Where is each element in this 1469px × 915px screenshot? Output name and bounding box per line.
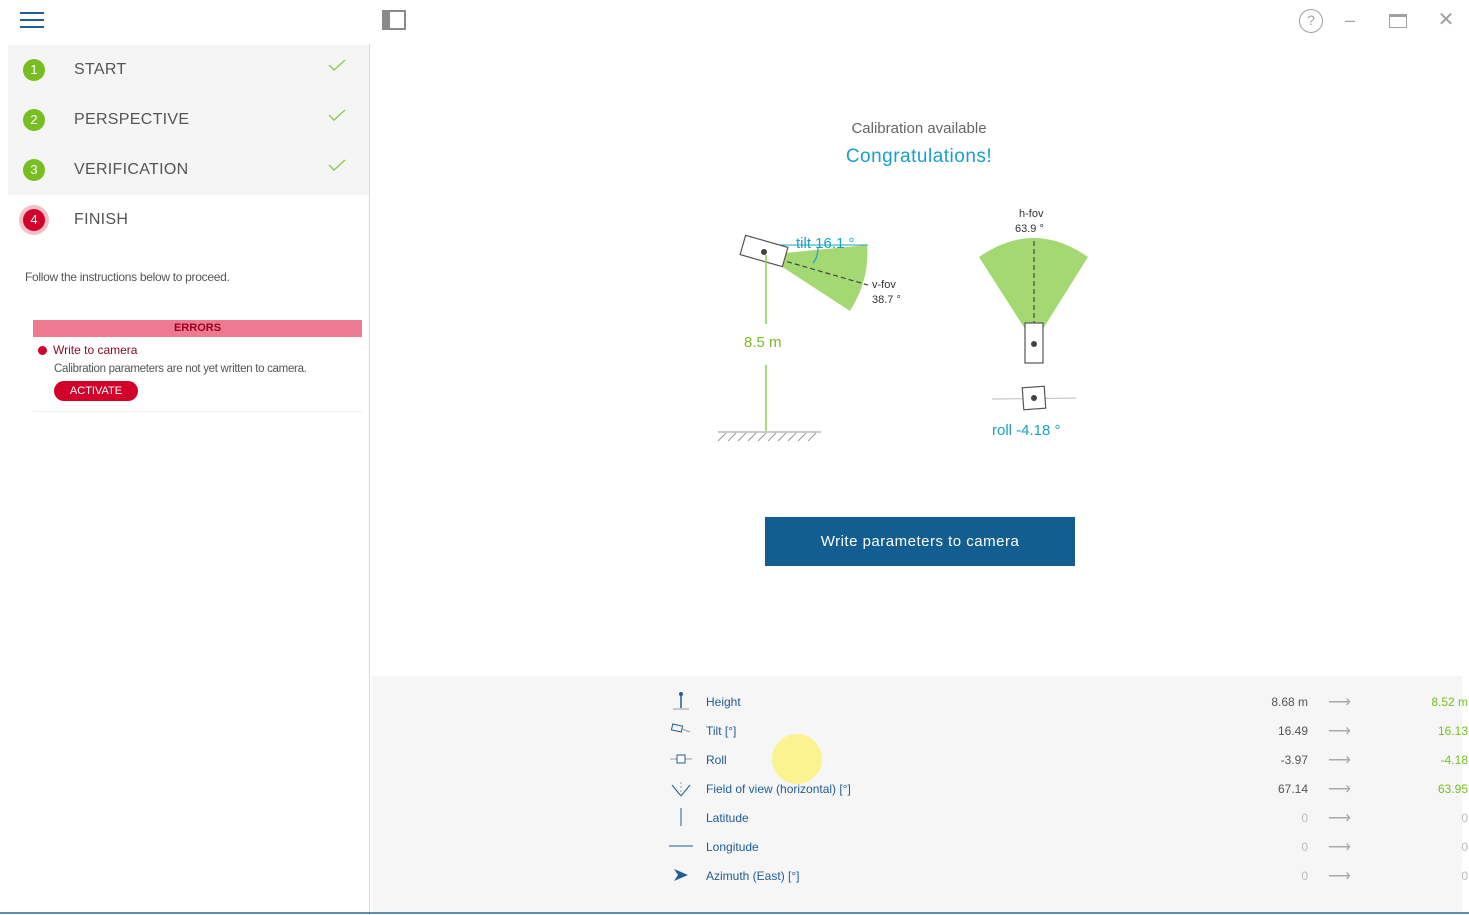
arrow-right-icon: ⟶ xyxy=(1328,694,1351,711)
param-row-longitude: Longitude 0 ⟶ 0 xyxy=(668,833,1468,862)
param-row-latitude: Latitude 0 ⟶ 0 xyxy=(668,804,1468,833)
step-finish[interactable]: 4 FINISH xyxy=(8,195,369,245)
step-start[interactable]: 1 START xyxy=(8,45,369,95)
title-bar: ? – ✕ xyxy=(0,0,1469,44)
param-name: Azimuth (East) [°] xyxy=(706,869,800,883)
hfov-value: 63.9 ° xyxy=(1015,223,1044,235)
tilt-label: tilt 16.1 ° xyxy=(796,235,855,252)
step-label: VERIFICATION xyxy=(74,161,189,178)
param-old-value: -3.97 xyxy=(1280,753,1308,767)
maximize-icon xyxy=(1389,14,1407,28)
vfov-label: v-fov xyxy=(872,279,896,291)
step-number-badge: 3 xyxy=(23,159,45,181)
param-new-value: 63.95 xyxy=(1437,782,1468,796)
param-name: Longitude xyxy=(706,840,759,854)
param-row-fov: Field of view (horizontal) [°] 67.14 ⟶ 6… xyxy=(668,775,1468,804)
instructions-text: Follow the instructions below to proceed… xyxy=(25,270,230,284)
sidebar-toggle-icon[interactable] xyxy=(382,10,406,30)
minimize-button[interactable]: – xyxy=(1338,9,1362,33)
param-new-value: 0 xyxy=(1461,840,1468,854)
ground-hatch xyxy=(717,431,821,442)
step-label: PERSPECTIVE xyxy=(74,111,190,128)
calibration-diagram: tilt 16.1 ° v-fov 38.7 ° 8.5 m h-fov 63.… xyxy=(717,208,1088,442)
param-new-value: 8.52 m xyxy=(1431,695,1468,709)
step-perspective[interactable]: 2 PERSPECTIVE xyxy=(8,95,369,145)
mouse-cursor-highlight xyxy=(772,734,822,784)
param-name: Roll xyxy=(706,753,727,767)
parameters-table: Height 8.68 m ⟶ 8.52 m Tilt [°] 16.49 ⟶ … xyxy=(372,676,1468,913)
step-label: START xyxy=(74,61,127,78)
checkmark-icon xyxy=(328,159,346,171)
error-item: Write to camera Calibration parameters a… xyxy=(33,337,362,412)
param-name: Field of view (horizontal) [°] xyxy=(706,782,851,796)
menu-icon[interactable] xyxy=(20,12,44,30)
step-verification[interactable]: 3 VERIFICATION xyxy=(8,145,369,195)
height-label: 8.5 m xyxy=(744,334,782,351)
checkmark-icon xyxy=(328,109,346,121)
step-number-badge: 2 xyxy=(23,109,45,131)
arrow-right-icon: ⟶ xyxy=(1328,839,1351,856)
hfov-label: h-fov xyxy=(1019,208,1044,220)
step-number-badge: 4 xyxy=(23,209,45,231)
errors-header: ERRORS xyxy=(33,320,362,337)
param-row-height: Height 8.68 m ⟶ 8.52 m xyxy=(668,688,1468,717)
close-button[interactable]: ✕ xyxy=(1434,9,1458,33)
height-icon xyxy=(673,692,689,710)
error-title-text: Write to camera xyxy=(53,343,138,357)
longitude-icon xyxy=(669,845,693,847)
param-row-roll: Roll -3.97 ⟶ -4.18 xyxy=(668,746,1468,775)
step-number-badge: 1 xyxy=(23,59,45,81)
error-description: Calibration parameters are not yet writt… xyxy=(54,363,307,375)
roll-label: roll -4.18 ° xyxy=(992,422,1061,439)
vfov-value: 38.7 ° xyxy=(872,294,901,306)
param-old-value: 67.14 xyxy=(1277,782,1308,796)
arrow-right-icon: ⟶ xyxy=(1328,810,1351,827)
error-title: Write to camera xyxy=(38,343,362,357)
param-name: Latitude xyxy=(706,811,749,825)
param-new-value: 0 xyxy=(1461,869,1468,883)
calibration-status: Calibration available xyxy=(851,120,987,137)
checkmark-icon xyxy=(328,59,346,71)
step-label: FINISH xyxy=(74,211,129,228)
headline: Congratulations! xyxy=(845,146,993,167)
arrow-right-icon: ⟶ xyxy=(1328,781,1351,798)
param-name: Height xyxy=(706,695,741,709)
roll-icon xyxy=(670,754,692,764)
fov-icon xyxy=(671,782,691,797)
error-dot-icon xyxy=(38,345,47,355)
param-new-value: 16.13 xyxy=(1437,724,1468,738)
help-button[interactable]: ? xyxy=(1299,9,1323,33)
activate-button[interactable]: ACTIVATE xyxy=(54,381,138,401)
arrow-right-icon: ⟶ xyxy=(1328,752,1351,769)
param-old-value: 0 xyxy=(1301,811,1308,825)
param-new-value: 0 xyxy=(1461,811,1468,825)
bottom-divider xyxy=(0,912,1469,914)
param-old-value: 8.68 m xyxy=(1271,695,1308,709)
param-name: Tilt [°] xyxy=(706,724,737,738)
param-new-value: -4.18 xyxy=(1440,753,1468,767)
tilt-icon xyxy=(670,723,691,733)
arrow-right-icon: ⟶ xyxy=(1328,868,1351,885)
arrow-right-icon: ⟶ xyxy=(1328,723,1351,740)
param-old-value: 0 xyxy=(1301,840,1308,854)
write-parameters-button[interactable]: Write parameters to camera xyxy=(765,517,1075,566)
param-row-tilt: Tilt [°] 16.49 ⟶ 16.13 xyxy=(668,717,1468,746)
param-old-value: 16.49 xyxy=(1277,724,1308,738)
param-old-value: 0 xyxy=(1301,869,1308,883)
maximize-button[interactable] xyxy=(1386,9,1410,33)
wizard-sidebar: 1 START 2 PERSPECTIVE 3 VERIFICATION 4 F… xyxy=(0,44,370,915)
errors-panel: ERRORS Write to camera Calibration param… xyxy=(33,320,362,412)
latitude-icon xyxy=(680,808,682,826)
azimuth-icon xyxy=(674,869,688,881)
param-row-azimuth: Azimuth (East) [°] 0 ⟶ 0 xyxy=(668,862,1468,891)
